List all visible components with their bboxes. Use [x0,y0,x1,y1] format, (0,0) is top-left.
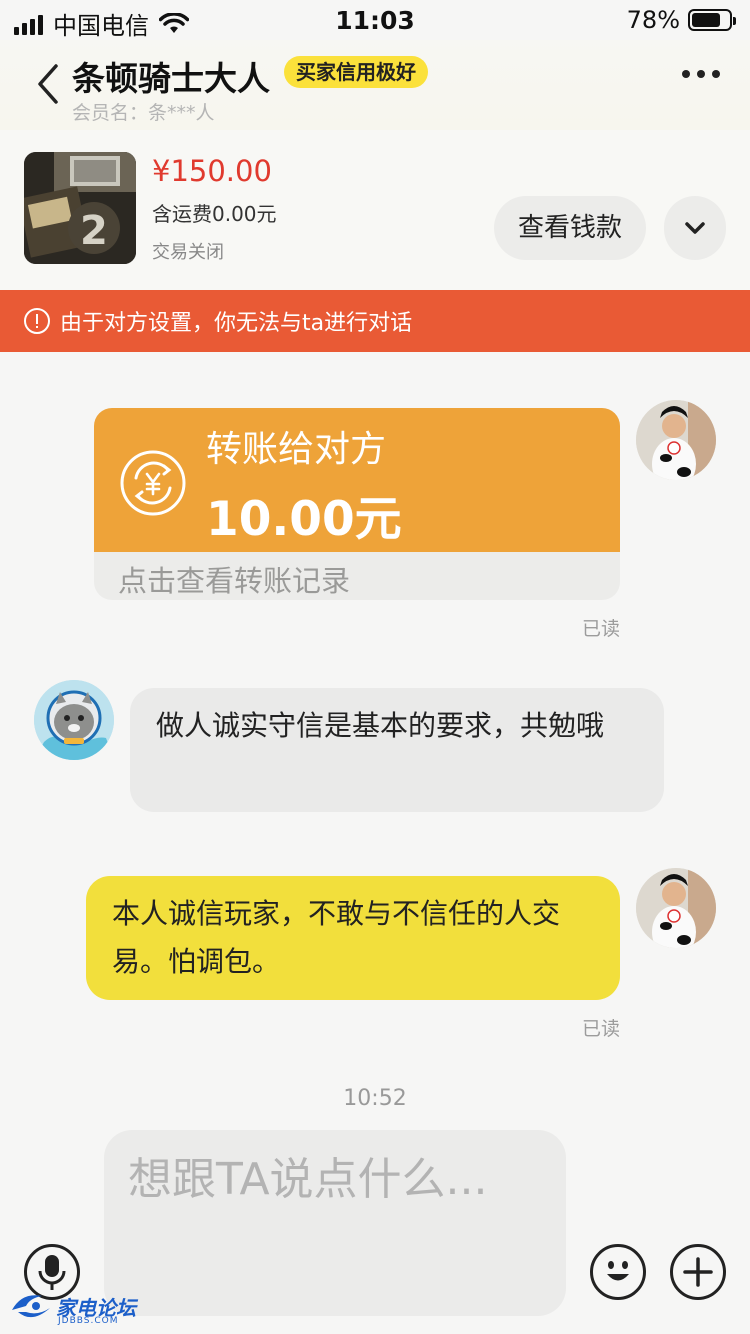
more-dot [712,70,720,78]
read-receipt: 已读 [582,618,621,640]
product-card: 2 ¥150.00 含运费0.00元 交易关闭 查看钱款 [0,130,750,290]
credit-badge: 买家信用极好 [284,56,428,88]
warning-icon [24,308,50,334]
contact-nickname[interactable]: 条顿骑士大人 [72,52,270,100]
watermark-subtext: JDBBS.COM [58,1316,119,1326]
avatar-image [636,400,716,480]
chevron-down-icon [685,222,705,234]
battery-icon [688,9,736,31]
sent-message[interactable]: 本人诚信玩家，不敢与不信任的人交易。怕调包。 [86,876,620,1000]
back-button[interactable] [30,62,70,106]
status-right: 78% [626,6,736,34]
chat-header: 条顿骑士大人 买家信用极好 会员名：条***人 [0,40,750,130]
avatar-image [636,868,716,948]
more-dot [682,70,690,78]
yen-transfer-icon [120,450,186,516]
product-image: 2 [24,152,136,264]
transfer-card[interactable]: 转账给对方 10.00元 点击查看转账记录 [94,408,620,600]
avatar-image [34,680,114,760]
banner-text: 由于对方设置，你无法与ta进行对话 [60,311,413,336]
transfer-card-header: 转账给对方 10.00元 [94,408,620,552]
transfer-amount: 10.00元 [206,492,402,547]
transfer-title: 转账给对方 [206,429,387,470]
expand-button[interactable] [664,196,726,260]
member-name: 会员名：条***人 [72,102,215,124]
received-message[interactable]: 做人诚实守信是基本的要求，共勉哦 [130,688,664,812]
more-dot [697,70,705,78]
forum-watermark: 家电论坛 JDBBS.COM [8,1290,138,1330]
smiley-icon [607,1261,629,1281]
restriction-banner: 由于对方设置，你无法与ta进行对话 [0,290,750,352]
more-actions-button[interactable] [670,1244,726,1300]
more-button[interactable] [682,70,720,78]
my-avatar[interactable] [636,400,716,480]
status-bar: 中国电信 11:03 78% [0,0,750,40]
read-receipt: 已读 [582,1018,621,1040]
view-money-button[interactable]: 查看钱款 [494,196,646,260]
chevron-left-icon [38,64,58,104]
shipping-info: 含运费0.00元 [152,202,277,226]
trade-status: 交易关闭 [152,242,224,263]
product-thumbnail[interactable]: 2 [24,152,136,264]
contact-avatar[interactable] [34,680,114,760]
battery-percent: 78% [626,6,680,34]
product-price: ¥150.00 [152,154,272,188]
emoji-button[interactable] [590,1244,646,1300]
battery-tip [733,17,736,25]
plus-icon [683,1257,713,1287]
forum-logo-icon [12,1295,50,1318]
battery-fill [692,13,721,27]
transfer-record-link: 点击查看转账记录 [118,564,351,598]
message-input[interactable] [104,1130,566,1316]
my-avatar[interactable] [636,868,716,948]
time-separator: 10:52 [343,1086,407,1108]
svg-text:2: 2 [80,208,108,254]
